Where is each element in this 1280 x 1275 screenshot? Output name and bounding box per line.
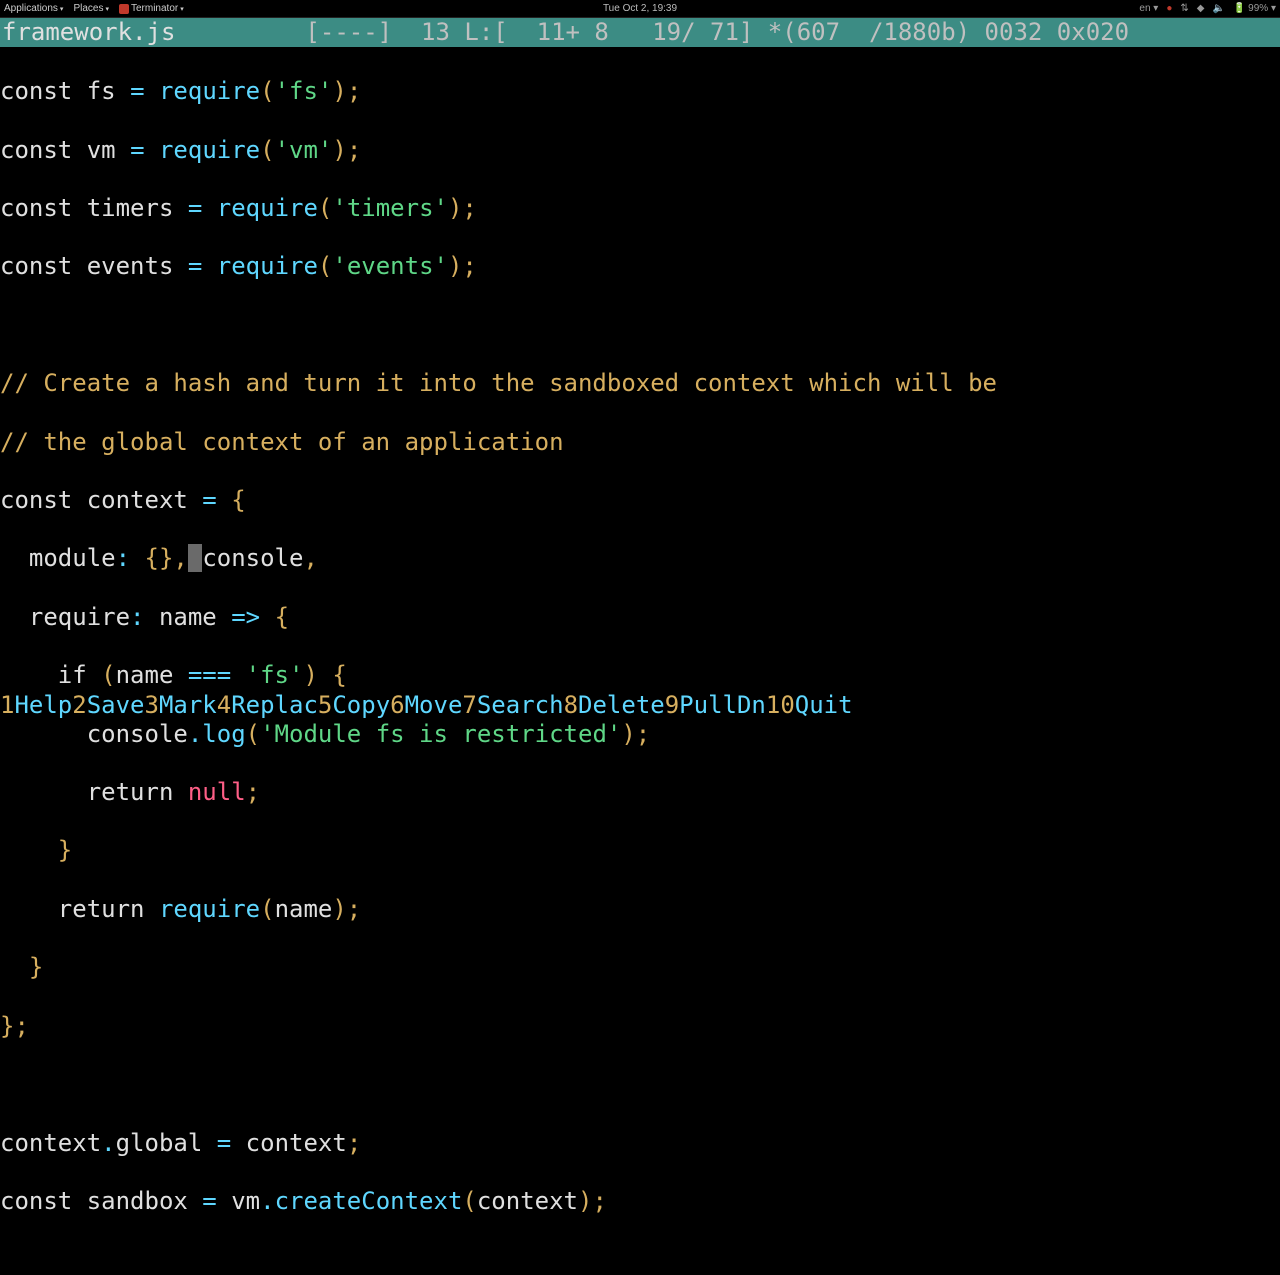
fkey-help[interactable]: 1Help bbox=[0, 691, 72, 720]
menu-applications[interactable]: Applications ▾ bbox=[4, 3, 63, 14]
fkey-mark[interactable]: 3Mark bbox=[145, 691, 217, 720]
updates-icon[interactable]: ◆ bbox=[1197, 3, 1205, 14]
fkey-quit[interactable]: 10Quit bbox=[766, 691, 853, 720]
menu-terminal[interactable]: Terminator ▾ bbox=[119, 3, 184, 14]
lang-indicator[interactable]: en ▾ bbox=[1139, 3, 1158, 14]
volume-icon[interactable]: 🔈 bbox=[1212, 3, 1224, 14]
fkey-move[interactable]: 6Move bbox=[390, 691, 462, 720]
cursor bbox=[188, 544, 202, 572]
network-icon[interactable]: ⇅ bbox=[1180, 3, 1188, 14]
terminal-icon bbox=[119, 4, 129, 14]
code-area[interactable]: const fs = require('fs'); const vm = req… bbox=[0, 47, 1280, 1275]
fkey-copy[interactable]: 5Copy bbox=[318, 691, 390, 720]
clock: Tue Oct 2, 19:39 bbox=[603, 3, 677, 14]
filename: framework.js bbox=[0, 18, 175, 47]
fkey-replace[interactable]: 4Replac bbox=[217, 691, 318, 720]
fkey-save[interactable]: 2Save bbox=[72, 691, 144, 720]
editor-window: framework.js [----] 13 L:[ 11+ 8 19/ 71]… bbox=[0, 18, 1280, 720]
record-icon[interactable]: ● bbox=[1166, 3, 1172, 14]
battery-icon[interactable]: 🔋 99% ▾ bbox=[1233, 3, 1276, 14]
fkey-search[interactable]: 7Search bbox=[462, 691, 563, 720]
editor-statusline: framework.js [----] 13 L:[ 11+ 8 19/ 71]… bbox=[0, 18, 1280, 47]
fkey-pulldn[interactable]: 9PullDn bbox=[665, 691, 766, 720]
menu-places[interactable]: Places ▾ bbox=[73, 3, 109, 14]
fkey-delete[interactable]: 8Delete bbox=[564, 691, 665, 720]
system-topbar: Applications ▾ Places ▾ Terminator ▾ Tue… bbox=[0, 0, 1280, 18]
status-info: [----] 13 L:[ 11+ 8 19/ 71] *(607 /1880b… bbox=[175, 18, 1280, 47]
function-key-bar: 1Help 2Save 3Mark 4Replac 5Copy 6Move 7S… bbox=[0, 690, 1280, 720]
